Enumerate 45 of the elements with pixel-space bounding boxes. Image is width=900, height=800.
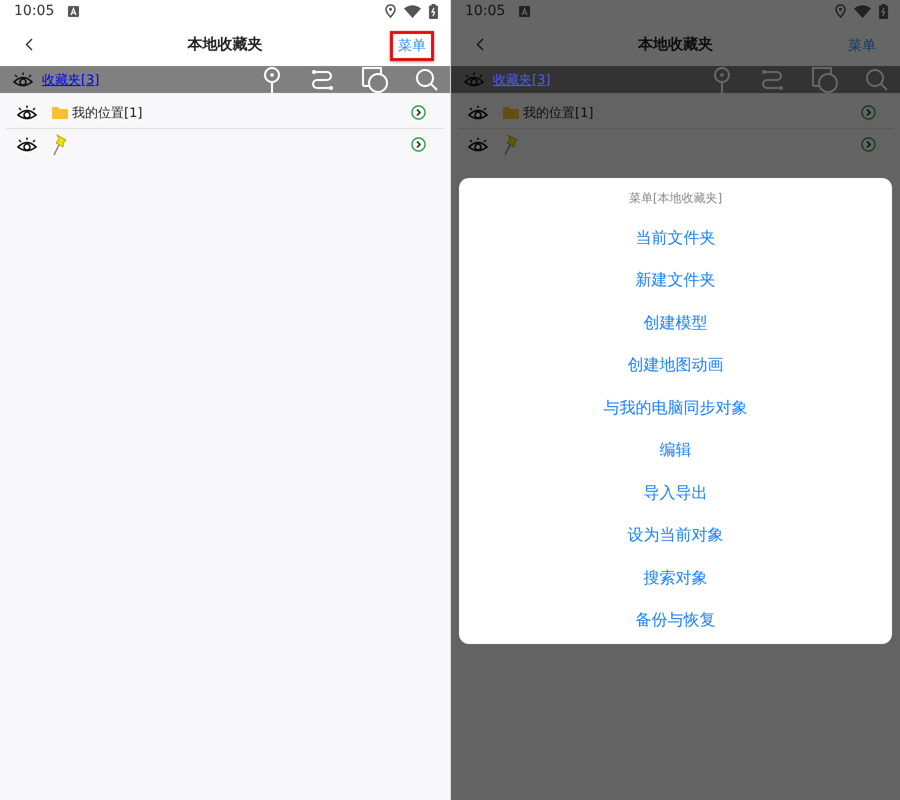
back-icon[interactable] — [25, 38, 33, 51]
folder-link[interactable]: 收藏夹[3] — [493, 70, 550, 88]
route-icon[interactable] — [760, 68, 784, 90]
status-time: 10:05 — [465, 3, 506, 19]
search-icon[interactable] — [416, 68, 438, 90]
location-icon — [385, 4, 396, 18]
pushpin-icon — [52, 134, 68, 156]
menu-item[interactable]: 设为当前对象 — [618, 514, 734, 557]
menu-item[interactable]: 当前文件夹 — [626, 217, 726, 260]
menu-item[interactable]: 创建模型 — [634, 302, 718, 344]
menu-item[interactable]: 与我的电脑同步对象 — [594, 387, 758, 430]
pin-icon[interactable] — [712, 66, 732, 92]
folder-icon — [52, 106, 68, 119]
eye-icon[interactable] — [16, 104, 38, 120]
notification-icon — [519, 6, 530, 16]
folder-icon — [503, 106, 519, 119]
wifi-icon — [404, 4, 421, 18]
chevron-circle-icon[interactable] — [411, 137, 426, 152]
menu-item[interactable]: 备份与恢复 — [626, 600, 726, 642]
menu-item[interactable]: 创建地图动画 — [618, 344, 734, 387]
search-icon[interactable] — [866, 68, 888, 90]
row-label: 我的位置[1] — [523, 104, 594, 122]
location-icon — [835, 4, 846, 18]
wifi-icon — [854, 4, 871, 18]
pushpin-icon — [503, 134, 519, 156]
dialog-title: 菜单[本地收藏夹] — [628, 190, 722, 207]
route-icon[interactable] — [310, 68, 334, 90]
menu-item[interactable]: 搜索对象 — [634, 557, 718, 600]
menu-button[interactable]: 菜单 — [390, 31, 434, 61]
row-label: 我的位置[1] — [72, 104, 142, 122]
pin-icon[interactable] — [262, 66, 282, 92]
menu-item[interactable]: 导入导出 — [634, 472, 718, 514]
screen-title: 本地收藏夹 — [188, 34, 262, 54]
battery-icon — [879, 4, 888, 18]
battery-icon — [429, 4, 438, 18]
shape-icon[interactable] — [362, 66, 388, 92]
chevron-circle-icon[interactable] — [411, 105, 426, 120]
shape-icon[interactable] — [812, 66, 838, 92]
folder-link[interactable]: 收藏夹[3] — [42, 70, 100, 88]
menu-item[interactable]: 新建文件夹 — [626, 260, 726, 302]
notification-icon — [68, 6, 80, 16]
screen-title: 本地收藏夹 — [638, 34, 713, 54]
eye-icon[interactable] — [16, 136, 38, 152]
status-time: 10:05 — [14, 3, 54, 19]
menu-item[interactable]: 编辑 — [650, 430, 702, 472]
